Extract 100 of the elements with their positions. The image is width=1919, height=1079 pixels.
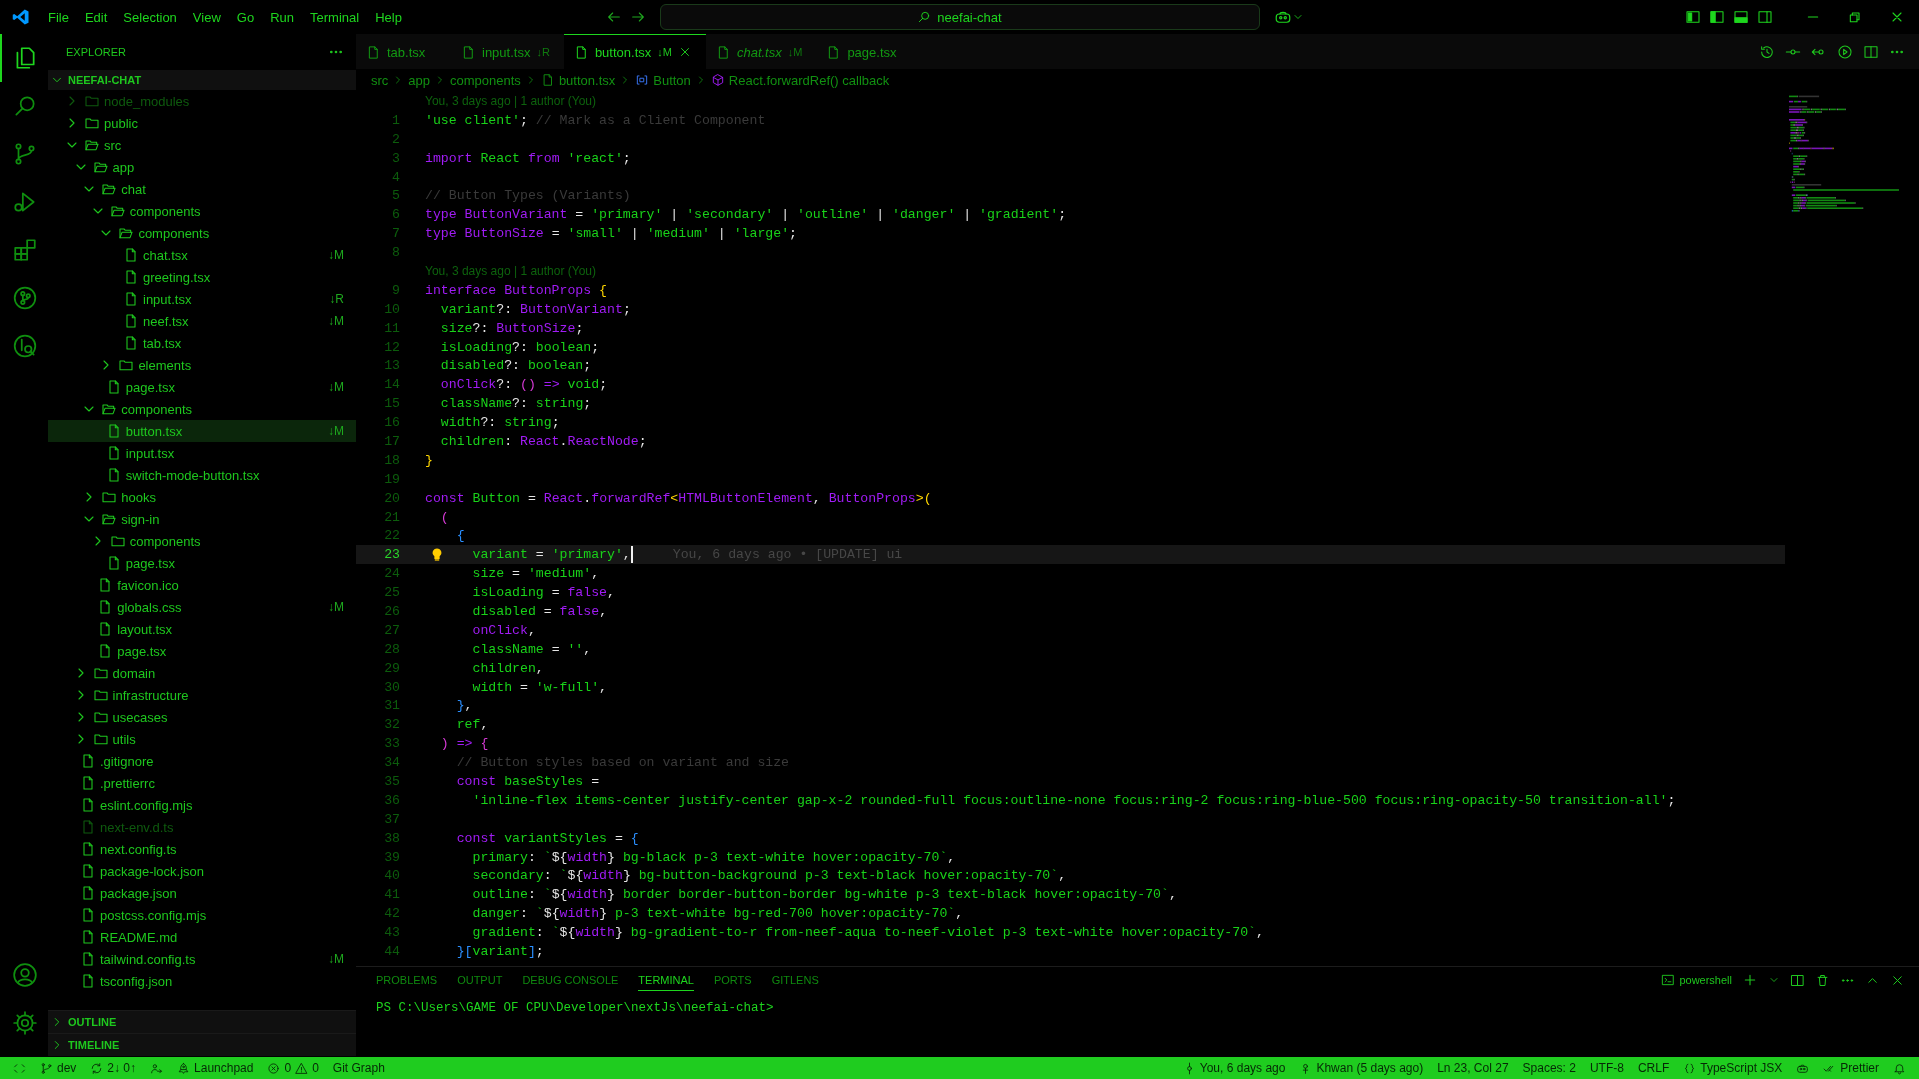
breadcrumb-item[interactable]: app: [408, 72, 431, 88]
explorer-document-row[interactable]: input.tsx: [48, 442, 356, 464]
menu-item[interactable]: Selection: [115, 5, 185, 29]
bell-icon[interactable]: [1893, 1061, 1906, 1075]
status-item[interactable]: Launchpad: [170, 1057, 261, 1079]
explorer-folder-row[interactable]: sign-in: [48, 508, 356, 530]
explorer-document-row[interactable]: tsconfig.json: [48, 970, 356, 992]
menu-item[interactable]: Go: [228, 5, 263, 29]
history-icon[interactable]: [1759, 43, 1775, 60]
explorer-folder-row[interactable]: components: [48, 222, 356, 244]
explorer-folder-row[interactable]: components: [48, 530, 356, 552]
explorer-folder-row[interactable]: public: [48, 112, 356, 134]
explorer-document-row[interactable]: package.json: [48, 882, 356, 904]
explorer-document-row[interactable]: next.config.ts: [48, 838, 356, 860]
editor-tab[interactable]: input.tsx ↓R: [451, 34, 564, 69]
status-item[interactable]: Ln 23, Col 27: [1430, 1057, 1516, 1079]
explorer-folder-row[interactable]: components: [48, 398, 356, 420]
explorer-document-row[interactable]: page.tsx ↓M: [48, 376, 356, 398]
account-icon[interactable]: [12, 962, 38, 988]
status-item[interactable]: Spaces: 2: [1515, 1057, 1583, 1079]
explorer-folder-row[interactable]: src: [48, 134, 356, 156]
explorer-document-row[interactable]: switch-mode-button.tsx: [48, 464, 356, 486]
breadcrumb-item[interactable]: React.forwardRef() callback: [710, 72, 890, 88]
explorer-document-row[interactable]: README.md: [48, 926, 356, 948]
explorer-folder-row[interactable]: hooks: [48, 486, 356, 508]
panel-tab[interactable]: TERMINAL: [638, 969, 694, 991]
explorer-document-row[interactable]: globals.css ↓M: [48, 596, 356, 618]
menu-item[interactable]: View: [184, 5, 229, 29]
status-item[interactable]: 0 0: [260, 1057, 326, 1079]
breadcrumb-item[interactable]: src: [371, 72, 389, 88]
explorer-document-row[interactable]: postcss.config.mjs: [48, 904, 356, 926]
back-arrow-icon[interactable]: [605, 9, 622, 25]
settings-icon[interactable]: [12, 1010, 38, 1036]
panel-tab[interactable]: DEBUG CONSOLE: [522, 969, 619, 991]
secondary-sidebar-icon[interactable]: [1757, 9, 1773, 25]
editor-tab[interactable]: page.tsx: [816, 34, 912, 69]
status-item[interactable]: CRLF: [1630, 1057, 1677, 1079]
layout-icon[interactable]: [1685, 9, 1701, 25]
editor-tab[interactable]: tab.tsx: [356, 34, 451, 69]
explorer-document-row[interactable]: .prettierrc: [48, 772, 356, 794]
branch-icon[interactable]: [12, 141, 38, 167]
breadcrumb-item[interactable]: Button: [635, 72, 691, 88]
explorer-folder-row[interactable]: app: [48, 156, 356, 178]
restore-icon[interactable]: [1847, 9, 1863, 25]
menu-item[interactable]: Terminal: [302, 5, 368, 29]
plus-icon[interactable]: [1742, 972, 1758, 988]
explorer-document-row[interactable]: page.tsx: [48, 552, 356, 574]
status-item[interactable]: TypeScript JSX: [1676, 1057, 1790, 1079]
lightbulb-icon[interactable]: [430, 547, 444, 563]
panel-tab[interactable]: PORTS: [713, 969, 752, 991]
panel-toggle-icon[interactable]: [1733, 9, 1749, 25]
breadcrumb-item[interactable]: components: [450, 72, 521, 88]
explorer-document-row[interactable]: page.tsx: [48, 640, 356, 662]
command-center[interactable]: neefai-chat: [659, 4, 1260, 30]
copilot-icon[interactable]: [1796, 1061, 1810, 1075]
explorer-document-row[interactable]: tab.tsx: [48, 332, 356, 354]
breadcrumb-item[interactable]: button.tsx: [540, 72, 616, 88]
git-graph-icon[interactable]: [12, 285, 38, 311]
split-editor-icon[interactable]: [1863, 43, 1879, 60]
panel-tab[interactable]: OUTPUT: [457, 969, 503, 991]
extensions-icon[interactable]: [12, 237, 38, 263]
explorer-document-row[interactable]: chat.tsx ↓M: [48, 244, 356, 266]
explorer-folder-row[interactable]: usecases: [48, 706, 356, 728]
menu-item[interactable]: Run: [262, 5, 302, 29]
status-item[interactable]: dev: [33, 1057, 84, 1079]
live-share-icon[interactable]: [150, 1061, 164, 1075]
explorer-document-row[interactable]: button.tsx ↓M: [48, 420, 356, 442]
terminal-selector[interactable]: powershell: [1661, 973, 1732, 987]
status-item[interactable]: UTF-8: [1582, 1057, 1631, 1079]
status-item[interactable]: Khwan (5 days ago): [1292, 1057, 1431, 1079]
explorer-folder-row[interactable]: infrastructure: [48, 684, 356, 706]
panel-tab[interactable]: PROBLEMS: [376, 969, 438, 991]
explorer-folder-row[interactable]: domain: [48, 662, 356, 684]
menu-item[interactable]: File: [40, 5, 77, 29]
panel-tab[interactable]: GITLENS: [771, 969, 819, 991]
explorer-folder-row[interactable]: utils: [48, 728, 356, 750]
explorer-document-row[interactable]: neef.tsx ↓M: [48, 310, 356, 332]
menu-item[interactable]: Edit: [76, 5, 116, 29]
editor-tab[interactable]: button.tsx ↓M: [563, 34, 706, 69]
status-item[interactable]: Git Graph: [325, 1057, 392, 1079]
split-icon[interactable]: [1790, 972, 1805, 988]
play-circle-icon[interactable]: [1837, 43, 1853, 60]
section-header[interactable]: OUTLINE: [48, 1010, 356, 1033]
explorer-document-row[interactable]: layout.tsx: [48, 618, 356, 640]
status-item[interactable]: 2↓ 0↑: [83, 1057, 144, 1079]
menu-item[interactable]: Help: [367, 5, 410, 29]
editor-tab[interactable]: chat.tsx ↓M: [705, 34, 817, 69]
explorer-document-row[interactable]: greeting.tsx: [48, 266, 356, 288]
section-header[interactable]: TIMELINE: [48, 1033, 356, 1056]
explorer-folder-row[interactable]: chat: [48, 178, 356, 200]
forward-arrow-icon[interactable]: [629, 9, 646, 25]
explorer-document-row[interactable]: input.tsx ↓R: [48, 288, 356, 310]
workspace-header[interactable]: NEEFAI-CHAT: [48, 70, 356, 90]
status-item[interactable]: You, 6 days ago: [1175, 1057, 1293, 1079]
sidebar-toggle-icon[interactable]: [1709, 9, 1725, 25]
explorer-folder-row[interactable]: elements: [48, 354, 356, 376]
explorer-folder-row[interactable]: components: [48, 200, 356, 222]
trash-icon[interactable]: [1815, 972, 1830, 988]
explorer-document-row[interactable]: eslint.config.mjs: [48, 794, 356, 816]
status-item[interactable]: Prettier: [1816, 1057, 1886, 1079]
